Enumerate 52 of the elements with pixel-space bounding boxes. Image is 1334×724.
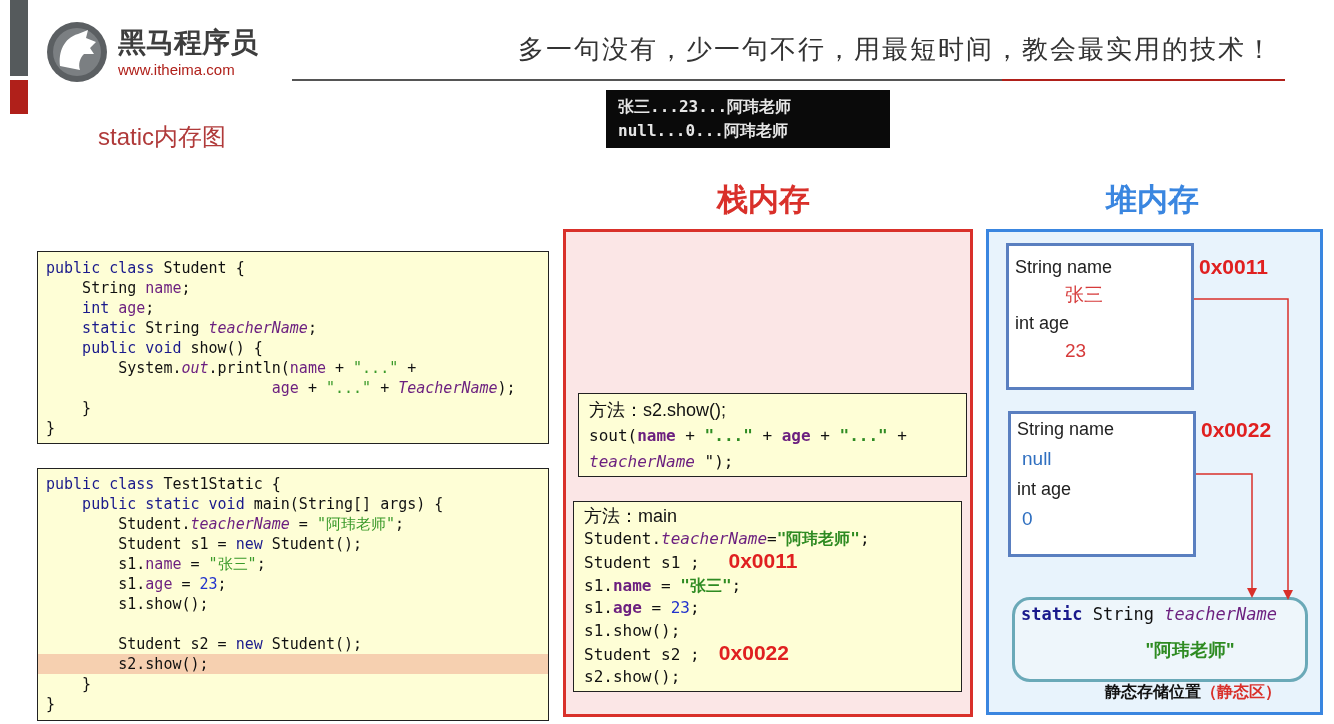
field-label: int age xyxy=(1017,478,1073,500)
code-line: Student s2 = new Student(); xyxy=(117,634,364,654)
code-line: int age; xyxy=(81,298,156,318)
panel-title: 栈内存 xyxy=(715,184,811,215)
code-line: s1.name = "张三"; xyxy=(117,554,267,574)
code-line: public void show() { xyxy=(81,338,264,358)
code-line: String name; xyxy=(81,278,192,298)
slogan: 多一句没有，少一句不行，用最短时间，教会最实用的技术！ xyxy=(518,36,1274,62)
code-line: Student.teacherName="阿玮老师"; xyxy=(584,528,871,550)
field-value: 张三 xyxy=(1065,284,1103,306)
area-caption: 静态存储位置（静态区） xyxy=(1105,684,1281,700)
code-line: s1.name = "张三"; xyxy=(584,574,743,597)
code-line: age + "..." + TeacherName); xyxy=(270,378,517,398)
code-line: s1.show(); xyxy=(584,619,682,642)
field-value: null xyxy=(1022,448,1052,470)
code-line: static String teacherName; xyxy=(81,318,318,338)
code-line: Student s1 ; 0x0011 xyxy=(584,550,799,575)
console-line: 张三...23...阿玮老师 xyxy=(618,96,793,118)
code-line: } xyxy=(81,398,93,418)
code-line: sout(name + "..." + age + "..." + xyxy=(589,425,908,447)
accent-bar xyxy=(10,80,28,114)
slide-title: static内存图 xyxy=(98,125,226,149)
code-line: public static void main(String[] args) { xyxy=(81,494,445,514)
logo-name: 黑马程序员 xyxy=(118,29,258,57)
field-value: 23 xyxy=(1065,340,1087,362)
code-line: Student s1 = new Student(); xyxy=(117,534,364,554)
code-line: public class Student { xyxy=(45,258,246,278)
field-value: 0 xyxy=(1022,508,1033,530)
field-label: String name xyxy=(1017,418,1116,440)
frame-header: 方法：main xyxy=(584,505,678,528)
logo-url: www.itheima.com xyxy=(118,62,235,77)
code-line: System.out.println(name + "..." + xyxy=(117,358,418,378)
code-line: teacherName "); xyxy=(589,451,735,473)
address-label: 0x0011 xyxy=(1199,256,1268,277)
code-line: Student s2 ; 0x0022 xyxy=(584,642,790,667)
panel-title: 堆内存 xyxy=(1104,184,1200,215)
code-line: static String teacherName xyxy=(1021,606,1277,623)
code-line: s2.show(); xyxy=(584,666,682,689)
console-line: null...0...阿玮老师 xyxy=(618,120,789,142)
code-line: s1.show(); xyxy=(117,594,210,614)
field-label: int age xyxy=(1015,312,1071,334)
code-line: public class Test1Static { xyxy=(45,474,282,494)
code-line: } xyxy=(81,674,93,694)
code-line: s1.age = 23; xyxy=(584,597,701,620)
address-label: 0x0022 xyxy=(1201,419,1272,440)
frame-header: 方法：s2.show(); xyxy=(589,399,728,422)
code-line: s1.age = 23; xyxy=(117,574,228,594)
field-label: String name xyxy=(1015,256,1114,278)
code-line: Student.teacherName = "阿玮老师"; xyxy=(117,514,406,534)
string-value: "阿玮老师" xyxy=(1144,641,1236,659)
code-line: } xyxy=(45,694,57,714)
code-line: } xyxy=(45,418,57,438)
